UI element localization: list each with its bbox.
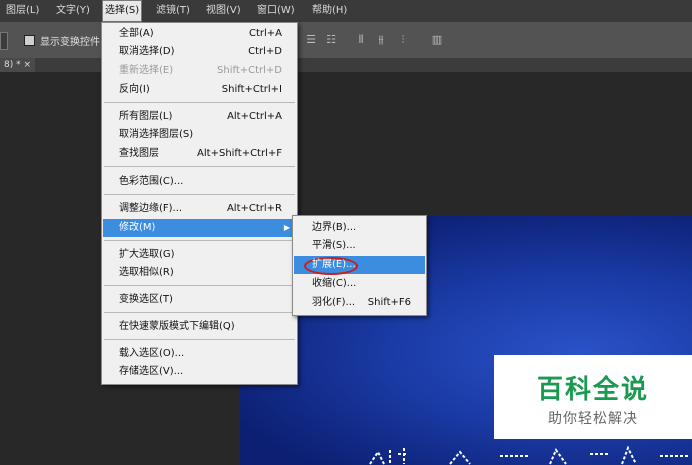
distribute-hcenter-icon[interactable]: ⫵ (374, 33, 388, 47)
align-toolbar: ☰ ☷ ⫴ ⫵ ⫶ ▥ (300, 33, 460, 47)
menu-separator (104, 312, 295, 313)
menu-item-deselect[interactable]: 取消选择(D) Ctrl+D (103, 43, 296, 61)
menu-separator (104, 194, 295, 195)
menu-separator (104, 240, 295, 241)
submenu-item-smooth[interactable]: 平滑(S)... (294, 237, 425, 255)
document-tab[interactable]: 8) * × (0, 58, 35, 72)
menu-select[interactable]: 选择(S) (102, 0, 143, 22)
distribute-right-icon[interactable]: ⫶ (396, 33, 410, 47)
menu-type[interactable]: 文字(Y) (54, 0, 92, 22)
menu-item-load-selection[interactable]: 载入选区(O)... (103, 345, 296, 363)
submenu-item-expand[interactable]: 扩展(E)... (294, 256, 425, 275)
show-transform-checkbox[interactable] (24, 35, 35, 46)
menu-item-select-all[interactable]: 全部(A) Ctrl+A (103, 25, 296, 43)
menu-item-deselect-layers[interactable]: 取消选择图层(S) (103, 126, 296, 144)
submenu-arrow-icon: ▶ (283, 223, 290, 232)
submenu-item-border[interactable]: 边界(B)... (294, 219, 425, 237)
watermark-logo: 百科全说 助你轻松解决 (494, 355, 692, 439)
menu-separator (104, 102, 295, 103)
menu-filter[interactable]: 滤镜(T) (154, 0, 192, 22)
distribute-left-icon[interactable]: ⫴ (354, 33, 368, 47)
watermark-title: 百科全说 (536, 375, 649, 405)
submenu-item-contract[interactable]: 收缩(C)... (294, 275, 425, 293)
submenu-item-feather[interactable]: 羽化(F)... Shift+F6 (294, 294, 425, 312)
modify-submenu: 边界(B)... 平滑(S)... 扩展(E)... 收缩(C)... 羽化(F… (292, 215, 427, 316)
menu-separator (104, 166, 295, 167)
menu-separator (104, 285, 295, 286)
menu-item-transform-selection[interactable]: 变换选区(T) (103, 291, 296, 309)
auto-align-icon[interactable]: ▥ (430, 33, 444, 47)
menu-bar: 图层(L) 文字(Y) 选择(S) 滤镜(T) 视图(V) 窗口(W) 帮助(H… (0, 0, 692, 22)
menu-item-refine-edge[interactable]: 调整边缘(F)... Alt+Ctrl+R (103, 200, 296, 218)
watermark-subtitle: 助你轻松解决 (548, 411, 638, 427)
menu-view[interactable]: 视图(V) (204, 0, 243, 22)
menu-item-modify[interactable]: 修改(M) ▶ (103, 219, 296, 237)
menu-item-save-selection[interactable]: 存储选区(V)... (103, 363, 296, 381)
menu-window[interactable]: 窗口(W) (255, 0, 297, 22)
menu-item-reselect: 重新选择(E) Shift+Ctrl+D (119, 65, 282, 76)
align-vcenter-icon[interactable]: ☷ (324, 33, 338, 47)
align-top-icon[interactable]: ☰ (304, 33, 318, 47)
menu-layer[interactable]: 图层(L) (4, 0, 41, 22)
select-menu-dropdown: 全部(A) Ctrl+A 取消选择(D) Ctrl+D 重新选择(E) Shift+C… (101, 22, 298, 385)
menu-item-similar[interactable]: 选取相似(R) (103, 264, 296, 282)
menu-help[interactable]: 帮助(H) (310, 0, 349, 22)
menu-item-all-layers[interactable]: 所有图层(L) Alt+Ctrl+A (103, 108, 296, 126)
menu-item-quick-mask[interactable]: 在快速蒙版模式下编辑(Q) (103, 318, 296, 336)
menu-item-grow[interactable]: 扩大选取(G) (103, 246, 296, 264)
show-transform-label: 显示变换控件 (40, 37, 100, 48)
options-bar-grip[interactable] (0, 32, 8, 50)
menu-item-find-layers[interactable]: 查找图层 Alt+Shift+Ctrl+F (103, 145, 296, 163)
menu-item-inverse[interactable]: 反向(I) Shift+Ctrl+I (103, 81, 296, 99)
menu-separator (104, 339, 295, 340)
selection-marching-ants (369, 445, 690, 465)
menu-item-color-range[interactable]: 色彩范围(C)... (103, 173, 296, 191)
